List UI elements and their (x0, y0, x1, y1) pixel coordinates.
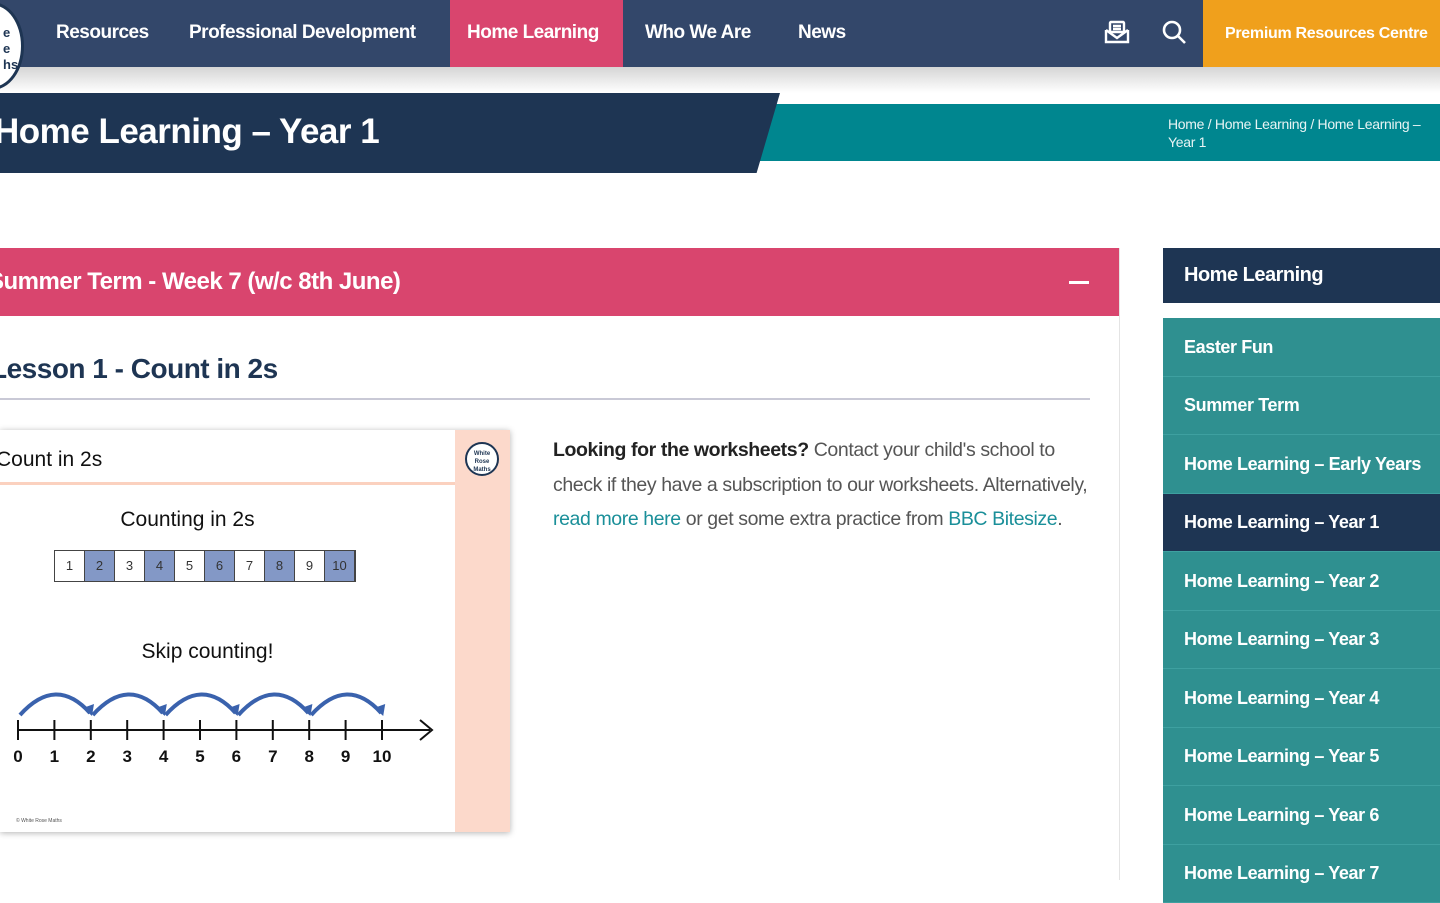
grid-cell: 8 (265, 551, 295, 581)
divider (0, 482, 455, 485)
skip-arc (166, 694, 236, 715)
grid-cell: 10 (325, 551, 355, 581)
breadcrumb[interactable]: Home / Home Learning / Home Learning – Y… (1168, 104, 1433, 161)
info-bold: Looking for the worksheets? (553, 439, 809, 461)
sidebar-item[interactable]: Home Learning – Year 1 (1163, 494, 1440, 553)
sidebar-item[interactable]: Home Learning – Year 2 (1163, 552, 1440, 611)
skip-arc (238, 694, 308, 715)
tick-label: 2 (86, 747, 95, 766)
skip-arc (93, 694, 163, 715)
tick-label: 1 (50, 747, 59, 766)
divider (0, 398, 1090, 400)
page-title: Home Learning – Year 1 (0, 112, 379, 152)
number-line: 0 1 2 3 4 5 6 7 8 9 10 (0, 680, 450, 770)
grid-cell: 2 (85, 551, 115, 581)
read-more-link[interactable]: read more here (553, 508, 681, 530)
sidebar-item[interactable]: Home Learning – Year 4 (1163, 669, 1440, 728)
sidebar-item[interactable]: Easter Fun (1163, 318, 1440, 377)
tick-label: 9 (341, 747, 350, 766)
skip-counting-title: Skip counting! (20, 640, 395, 664)
search-icon[interactable] (1160, 18, 1188, 46)
sidebar: Home Learning Easter FunSummer TermHome … (1163, 248, 1440, 903)
sidebar-item[interactable]: Home Learning – Year 5 (1163, 728, 1440, 787)
grid-cell: 9 (295, 551, 325, 581)
tick-label: 7 (268, 747, 277, 766)
lesson-video-thumbnail[interactable]: Count in 2s WhiteRoseMaths Counting in 2… (0, 430, 510, 832)
tick-label: 3 (122, 747, 131, 766)
mail-icon[interactable] (1103, 18, 1131, 46)
top-nav: Resources Professional Development Home … (0, 0, 1440, 67)
lesson-title: Lesson 1 - Count in 2s (0, 353, 278, 385)
skip-arc (311, 694, 381, 715)
tick-label: 10 (373, 747, 392, 766)
logo-text: e (3, 41, 21, 57)
slide-heading: Count in 2s (0, 448, 102, 472)
grid-cell: 5 (175, 551, 205, 581)
sidebar-header[interactable]: Home Learning (1163, 248, 1440, 303)
sidebar-item[interactable]: Home Learning – Year 6 (1163, 786, 1440, 845)
info-text: . (1057, 508, 1062, 530)
grid-cell: 1 (55, 551, 85, 581)
sidebar-item[interactable]: Home Learning – Year 3 (1163, 611, 1440, 670)
copyright: © White Rose Maths (16, 818, 62, 824)
grid-cell: 7 (235, 551, 265, 581)
accordion-title: Summer Term - Week 7 (w/c 8th June) (0, 248, 400, 316)
sidebar-item[interactable]: Summer Term (1163, 377, 1440, 436)
grid-cell: 3 (115, 551, 145, 581)
tick-label: 6 (232, 747, 241, 766)
collapse-icon[interactable] (1069, 281, 1089, 284)
sidebar-item[interactable]: Home Learning – Early Years (1163, 435, 1440, 494)
tick-label: 5 (195, 747, 204, 766)
counting-title: Counting in 2s (0, 508, 375, 532)
nav-resources[interactable]: Resources (39, 0, 166, 67)
bbc-bitesize-link[interactable]: BBC Bitesize (948, 508, 1057, 530)
nav-who-we-are[interactable]: Who We Are (628, 0, 768, 67)
grid-cell: 4 (145, 551, 175, 581)
tick-label: 8 (304, 747, 313, 766)
nav-home-learning[interactable]: Home Learning (450, 0, 623, 67)
slide-side-panel (455, 430, 510, 832)
info-text: or get some extra practice from (681, 508, 948, 530)
accordion-header[interactable]: Summer Term - Week 7 (w/c 8th June) (0, 248, 1119, 316)
tick-label: 0 (13, 747, 22, 766)
premium-resources-button[interactable]: Premium Resources Centre (1203, 0, 1440, 67)
logo-text: e (3, 25, 21, 41)
logo-text: hs (3, 57, 21, 73)
white-rose-maths-badge: WhiteRoseMaths (465, 442, 499, 476)
main-content: Summer Term - Week 7 (w/c 8th June) Less… (0, 248, 1120, 880)
nav-news[interactable]: News (781, 0, 863, 67)
tick-label: 4 (159, 747, 169, 766)
grid-cell: 6 (205, 551, 235, 581)
sidebar-item[interactable]: Home Learning – Year 7 (1163, 845, 1440, 903)
worksheets-info: Looking for the worksheets? Contact your… (553, 433, 1093, 537)
hundred-square-row: 12345678910 (54, 550, 356, 582)
nav-professional-development[interactable]: Professional Development (172, 0, 433, 67)
skip-arc (20, 694, 90, 715)
